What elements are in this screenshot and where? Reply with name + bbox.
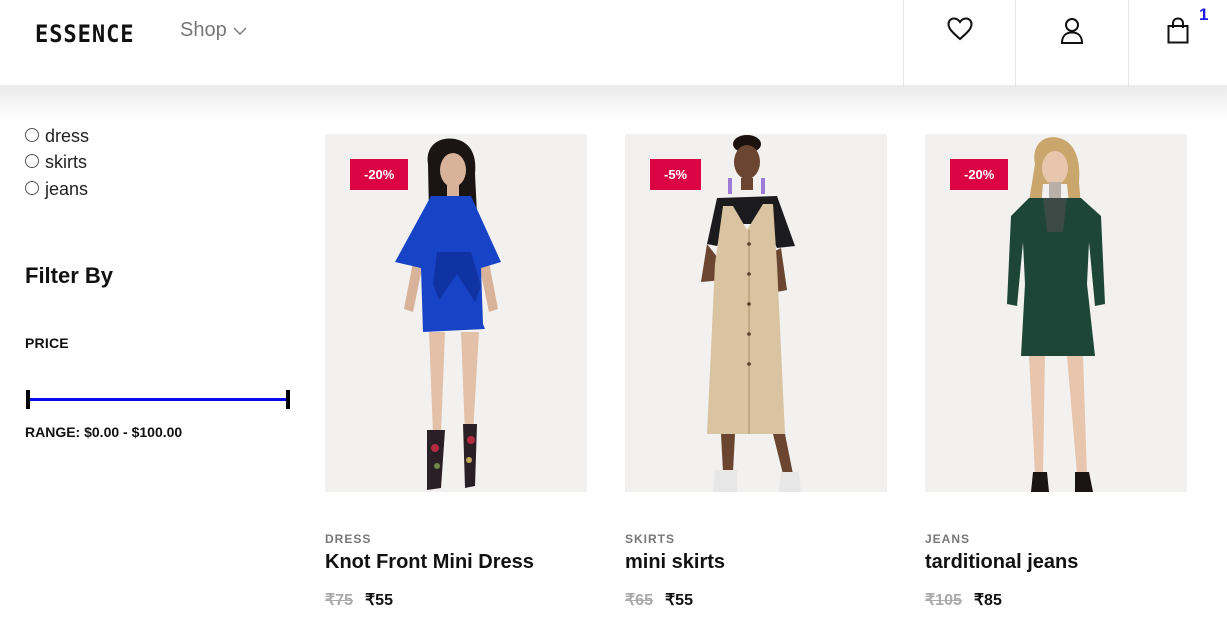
slider-track[interactable] (28, 398, 289, 401)
product-image[interactable]: -5% (625, 134, 887, 492)
price-heading: PRICE (25, 335, 69, 351)
category-label: dress (45, 125, 90, 146)
cart-button[interactable]: 1 (1128, 0, 1227, 86)
slider-max-handle[interactable] (286, 390, 290, 409)
wishlist-button[interactable] (903, 0, 1015, 86)
product-category: DRESS (325, 532, 372, 546)
site-header: ESSENCE Shop 1 (0, 0, 1227, 86)
current-price: ₹55 (664, 592, 693, 609)
filter-title: Filter By (25, 263, 114, 288)
user-icon (1060, 18, 1083, 44)
old-price: ₹75 (325, 592, 353, 609)
chevron-down-icon (233, 27, 247, 35)
old-price: ₹105 (925, 592, 962, 609)
category-label: jeans (45, 178, 89, 199)
product-image[interactable]: -20% (325, 134, 587, 492)
product-prices: ₹75 ₹55 (325, 590, 587, 610)
product-category: JEANS (925, 532, 971, 546)
product-prices: ₹65 ₹55 (625, 590, 887, 610)
site-logo[interactable]: ESSENCE (35, 20, 135, 48)
discount-badge: -5% (650, 159, 702, 190)
slider-min-handle[interactable] (26, 390, 30, 409)
category-label: skirts (45, 152, 87, 173)
old-price: ₹65 (625, 592, 653, 609)
shop-menu-label: Shop (180, 19, 227, 41)
discount-badge: -20% (950, 159, 1009, 190)
product-prices: ₹105 ₹85 (925, 590, 1187, 610)
product-title[interactable]: Knot Front Mini Dress (325, 551, 587, 574)
category-list: dress skirts jeans (25, 123, 89, 203)
heart-icon (946, 17, 973, 41)
category-radio-skirts[interactable]: skirts (25, 150, 89, 177)
shop-menu[interactable]: Shop (180, 19, 247, 42)
account-button[interactable] (1015, 0, 1127, 86)
radio-button[interactable] (25, 180, 39, 195)
cart-count-badge: 1 (1199, 5, 1209, 24)
current-price: ₹55 (364, 592, 393, 609)
price-range-slider[interactable] (25, 389, 292, 411)
category-radio-jeans[interactable]: jeans (25, 176, 89, 203)
product-card: -5% SKIRTS mini skirts ₹65 ₹55 (625, 134, 887, 610)
product-title[interactable]: mini skirts (625, 551, 887, 574)
product-card: -20% JEANS tarditional jeans ₹105 ₹85 (925, 134, 1187, 610)
product-card: -20% DRESS Knot Front Mini Dress ₹75 ₹55 (325, 134, 587, 610)
product-image[interactable]: -20% (925, 134, 1187, 492)
product-category: SKIRTS (625, 532, 676, 546)
header-shadow (0, 86, 1227, 120)
current-price: ₹85 (973, 592, 1002, 609)
radio-button[interactable] (25, 154, 39, 169)
price-range-label: RANGE: $0.00 - $100.00 (25, 424, 183, 440)
shopping-bag-icon (1167, 17, 1189, 44)
category-radio-dress[interactable]: dress (25, 123, 89, 150)
radio-button[interactable] (25, 127, 39, 142)
product-title[interactable]: tarditional jeans (925, 551, 1187, 574)
discount-badge: -20% (350, 159, 409, 190)
